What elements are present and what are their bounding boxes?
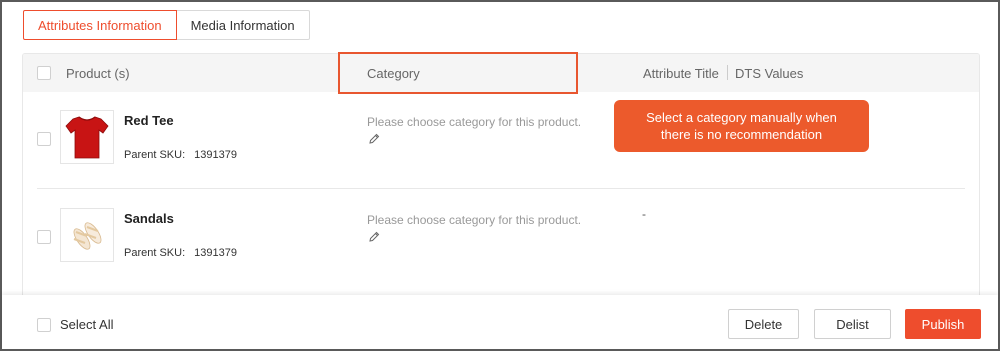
annotation-callout: Select a category manually when there is… xyxy=(614,100,869,152)
table-row: Sandals Parent SKU: 1391379 Please choose… xyxy=(23,190,979,288)
tab-bar: Attributes Information Media Information xyxy=(23,10,310,40)
category-placeholder[interactable]: Please choose category for this product. xyxy=(367,115,581,129)
bulk-action-bar: Select All Delete Delist Publish xyxy=(2,295,998,349)
select-all-checkbox[interactable] xyxy=(37,317,51,332)
publish-button[interactable]: Publish xyxy=(905,309,981,339)
dts-value: - xyxy=(642,207,646,221)
header-select-checkbox[interactable] xyxy=(37,66,51,80)
parent-sku: Parent SKU: 1391379 xyxy=(124,149,237,161)
parent-sku: Parent SKU: 1391379 xyxy=(124,247,237,259)
tab-media-information[interactable]: Media Information xyxy=(176,10,310,40)
tab-attributes-information[interactable]: Attributes Information xyxy=(23,10,177,40)
column-header-attribute-title: Attribute Title xyxy=(643,66,719,81)
product-thumbnail xyxy=(60,208,114,262)
category-highlight-box xyxy=(338,52,578,94)
parent-sku-label: Parent SKU: xyxy=(124,247,186,259)
pencil-edit-icon[interactable] xyxy=(367,230,381,244)
parent-sku-value: 1391379 xyxy=(194,149,237,161)
row-select-checkbox[interactable] xyxy=(37,230,51,244)
category-placeholder[interactable]: Please choose category for this product. xyxy=(367,213,581,227)
column-separator xyxy=(727,65,728,80)
parent-sku-value: 1391379 xyxy=(194,247,237,259)
product-name: Red Tee xyxy=(124,113,174,128)
delete-button[interactable]: Delete xyxy=(728,309,799,339)
parent-sku-label: Parent SKU: xyxy=(124,149,186,161)
column-header-dts-values: DTS Values xyxy=(735,66,804,81)
sandals-icon xyxy=(73,222,102,250)
product-thumbnail xyxy=(60,110,114,164)
callout-line-1: Select a category manually when xyxy=(646,110,837,125)
product-name: Sandals xyxy=(124,211,174,226)
row-divider xyxy=(37,188,965,189)
row-select-checkbox[interactable] xyxy=(37,132,51,146)
column-header-product: Product (s) xyxy=(66,66,130,81)
select-all-control[interactable]: Select All xyxy=(37,317,113,332)
red-tshirt-icon xyxy=(65,116,109,159)
delist-button[interactable]: Delist xyxy=(814,309,891,339)
pencil-edit-icon[interactable] xyxy=(367,132,381,146)
select-all-label: Select All xyxy=(60,317,114,332)
callout-line-2: there is no recommendation xyxy=(660,127,823,142)
